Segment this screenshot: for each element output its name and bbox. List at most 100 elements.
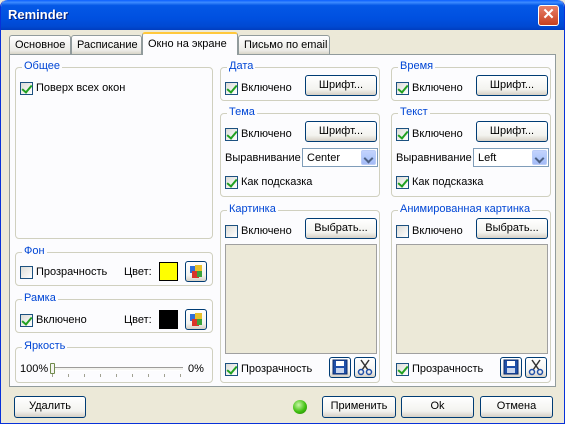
picture-enabled-checkbox[interactable]: Включено [225,224,292,238]
theme-tooltip-checkbox[interactable]: Как подсказка [225,175,312,189]
date-enabled-checkbox[interactable]: Включено [225,81,292,95]
background-group-title: Фон [22,245,47,258]
frame-enabled-check [20,313,33,327]
theme-group: Тема Включено Шрифт... Выравнивание Cent… [220,106,380,197]
delete-button[interactable]: Удалить [14,396,86,418]
picture-enabled-check [225,224,238,238]
background-transparency-label: Прозрачность [36,266,108,278]
slider-tick [164,374,165,377]
tab-schedule[interactable]: Расписание [71,35,142,54]
palette-icon [190,313,202,326]
apply-button[interactable]: Применить [322,396,396,418]
close-icon: ✕ [542,6,555,23]
tab-label: Расписание [77,39,138,51]
picture-group-title: Картинка [227,203,278,216]
brightness-slider-thumb[interactable] [50,363,55,374]
animated-clear-button[interactable] [525,357,547,378]
animated-group-title: Анимированная картинка [398,203,533,216]
cancel-button[interactable]: Отмена [480,396,553,418]
text-enabled-label: Включено [412,128,463,140]
date-group: Дата Включено Шрифт... [220,60,380,101]
scissors-icon [528,359,544,376]
tab-label: Основное [15,39,66,51]
date-enabled-label: Включено [241,82,292,94]
frame-color-picker-button[interactable] [185,309,207,330]
date-enabled-check [225,81,238,95]
picture-choose-button[interactable]: Выбрать... [305,218,377,239]
theme-enabled-check [225,127,238,141]
theme-align-select[interactable]: Center [302,148,378,167]
theme-tooltip-check [225,175,238,189]
slider-tick [68,374,69,377]
background-color-swatch[interactable] [159,262,178,281]
text-font-button[interactable]: Шрифт... [476,121,548,142]
frame-color-swatch[interactable] [159,310,178,329]
background-group: Фон Прозрачность Цвет: [15,245,213,286]
palette-icon [190,265,202,278]
text-group: Текст Включено Шрифт... Выравнивание Lef… [391,106,551,197]
title-bar[interactable]: Reminder ✕ [1,0,564,30]
tab-screen-window[interactable]: Окно на экране [142,32,238,55]
frame-enabled-checkbox[interactable]: Включено [20,313,87,327]
slider-tick [84,374,85,377]
time-font-button[interactable]: Шрифт... [476,75,548,96]
picture-enabled-label: Включено [241,225,292,237]
frame-color-label: Цвет: [124,314,152,326]
chevron-down-icon[interactable] [361,150,376,165]
tab-label: Письмо по email [244,39,328,51]
text-enabled-checkbox[interactable]: Включено [396,127,463,141]
background-transparency-checkbox[interactable]: Прозрачность [20,265,107,279]
brightness-slider-track[interactable] [50,367,183,371]
window-client: Основное Расписание Окно на экране Письм… [4,30,561,421]
frame-group-title: Рамка [22,292,58,305]
on-top-check [20,81,33,95]
brightness-group-title: Яркость [22,340,68,353]
animated-choose-button[interactable]: Выбрать... [476,218,548,239]
reminder-window: Reminder ✕ Основное Расписание Окно на э… [0,0,565,424]
on-top-checkbox[interactable]: Поверх всех окон [20,81,125,95]
theme-group-title: Тема [227,106,257,119]
theme-align-value: Center [307,152,341,164]
animated-transparency-check [396,362,409,376]
background-color-label: Цвет: [124,266,152,278]
brightness-right-label: 0% [188,363,204,375]
text-tooltip-checkbox[interactable]: Как подсказка [396,175,483,189]
animated-picture-preview [396,244,548,354]
background-color-picker-button[interactable] [185,261,207,282]
time-enabled-checkbox[interactable]: Включено [396,81,463,95]
theme-align-label: Выравнивание [225,152,301,164]
brightness-group: Яркость 100% 0% [15,340,213,383]
animated-enabled-checkbox[interactable]: Включено [396,224,463,238]
window-title: Reminder [8,7,68,22]
animated-transparency-checkbox[interactable]: Прозрачность [396,362,483,376]
picture-transparency-checkbox[interactable]: Прозрачность [225,362,312,376]
slider-tick [148,374,149,377]
animated-save-button[interactable] [500,357,522,378]
time-group-title: Время [398,60,436,73]
picture-save-button[interactable] [329,357,351,378]
frame-enabled-label: Включено [36,314,87,326]
date-font-button[interactable]: Шрифт... [305,75,377,96]
ok-button[interactable]: Ok [401,396,474,418]
time-enabled-check [396,81,409,95]
theme-font-button[interactable]: Шрифт... [305,121,377,142]
scissors-icon [357,359,373,376]
tab-general[interactable]: Основное [9,35,71,54]
picture-transparency-check [225,362,238,376]
tab-email[interactable]: Письмо по email [238,35,330,54]
close-button[interactable]: ✕ [538,5,559,26]
background-transparency-check [20,265,33,279]
animated-transparency-label: Прозрачность [412,363,484,375]
theme-enabled-checkbox[interactable]: Включено [225,127,292,141]
status-indicator [293,400,307,414]
picture-clear-button[interactable] [354,357,376,378]
chevron-down-icon[interactable] [532,150,547,165]
text-enabled-check [396,127,409,141]
text-tooltip-check [396,175,409,189]
animated-picture-group: Анимированная картинка Включено Выбрать.… [391,203,551,383]
slider-tick [52,374,53,377]
text-align-select[interactable]: Left [473,148,549,167]
picture-transparency-label: Прозрачность [241,363,313,375]
general-group-title: Общее [22,60,63,73]
animated-enabled-label: Включено [412,225,463,237]
